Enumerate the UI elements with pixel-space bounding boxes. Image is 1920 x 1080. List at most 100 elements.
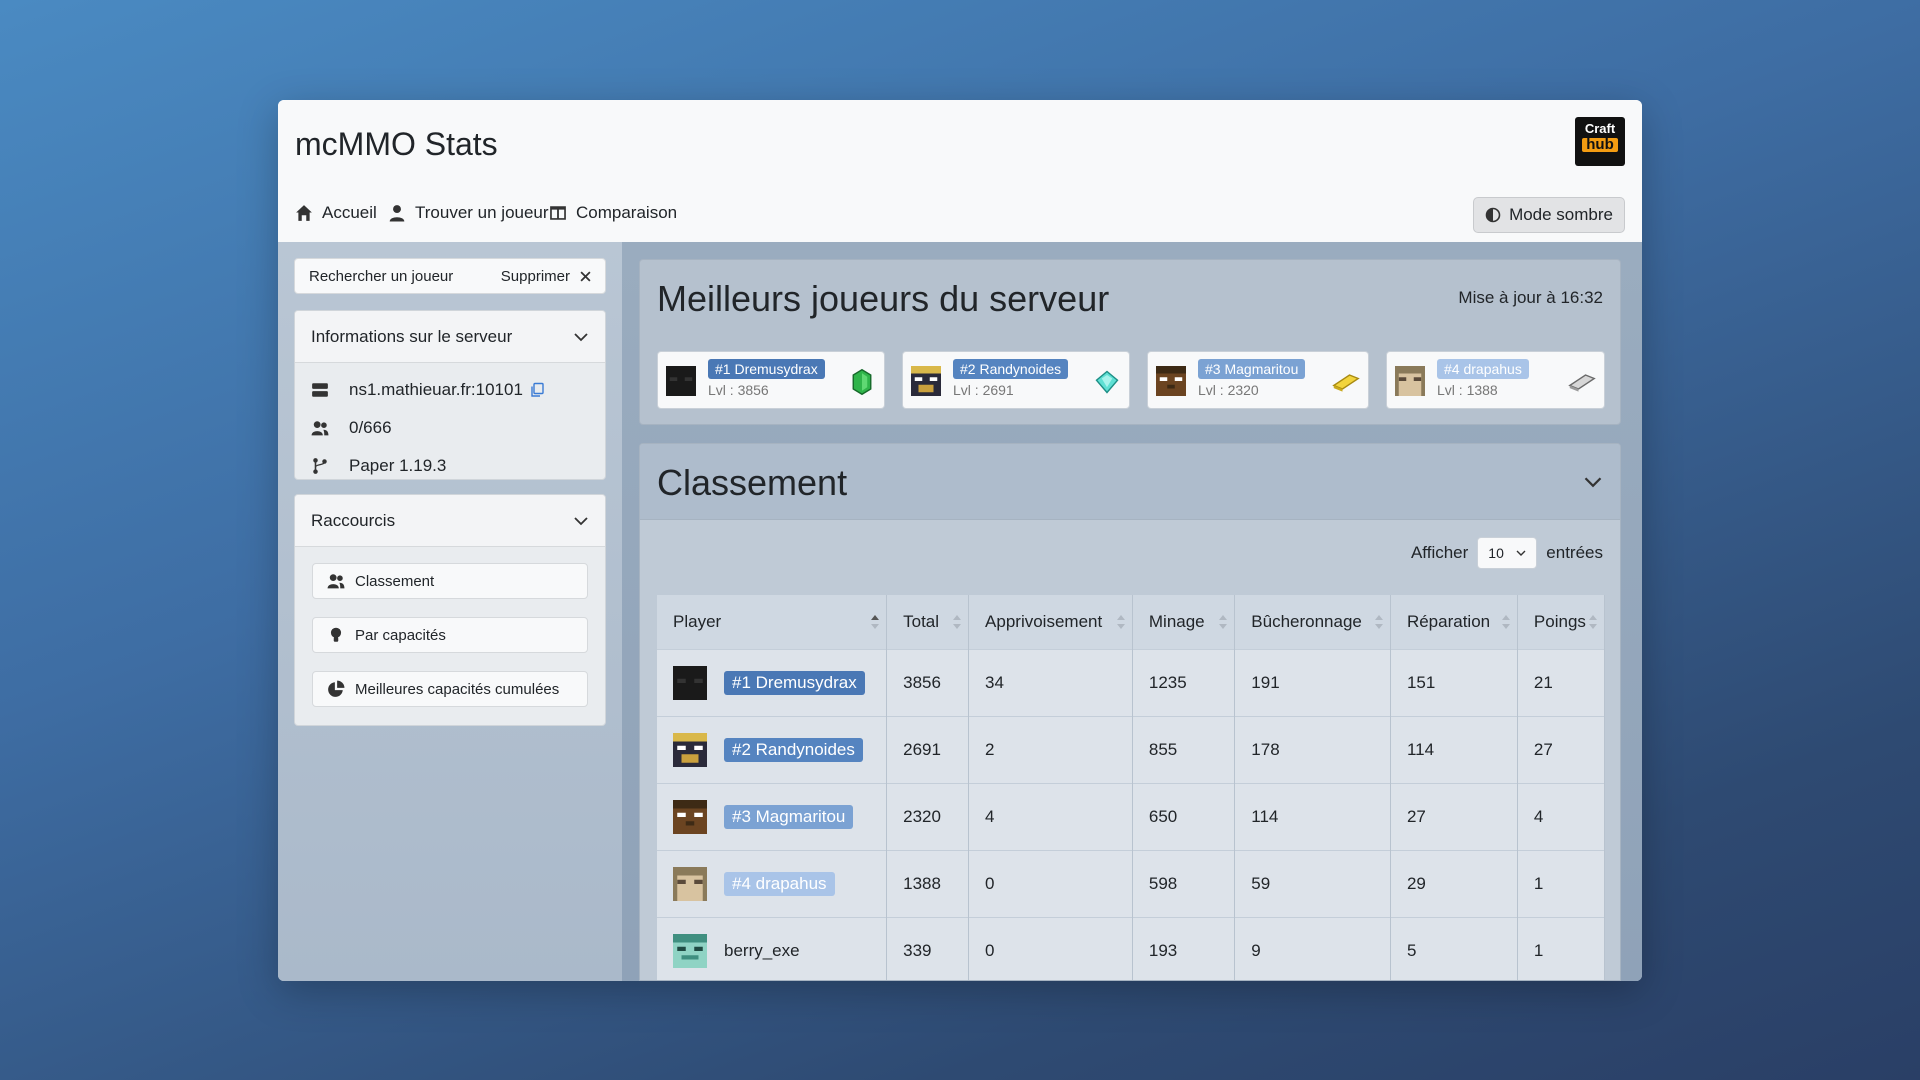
shortcut-ranking[interactable]: Classement xyxy=(312,563,588,599)
player-name[interactable]: berry_exe xyxy=(724,941,800,961)
table-row[interactable]: #3 Magmaritou 2320 4 650 114 27 4 xyxy=(657,782,1606,850)
table-cell: 191 xyxy=(1234,648,1391,716)
diamond-icon xyxy=(1095,370,1119,394)
column-header[interactable]: Apprivoisement xyxy=(968,595,1133,649)
table-cell: 5 xyxy=(1390,916,1518,980)
player-cell: berry_exe xyxy=(657,916,888,980)
ranking-table: Player Total Apprivoisement Minage Bûcheronn… xyxy=(657,595,1606,980)
table-cell: 1 xyxy=(1517,916,1606,980)
search-label: Rechercher un joueur xyxy=(309,267,454,285)
column-header[interactable]: Réparation xyxy=(1390,595,1518,649)
server-info-title: Informations sur le serveur xyxy=(311,326,513,346)
player-cell: #1 Dremusydrax xyxy=(657,648,888,716)
craft-hub-logo[interactable]: Craft hub xyxy=(1575,117,1625,166)
clear-search-button[interactable]: Supprimer xyxy=(501,268,591,285)
shortcut-by-skill[interactable]: Par capacités xyxy=(312,617,588,653)
column-header-label: Réparation xyxy=(1406,611,1491,631)
contrast-icon xyxy=(1485,207,1501,223)
table-cell: 4 xyxy=(1517,782,1606,850)
podium-badge: #3 Magmaritou xyxy=(1198,359,1306,379)
shortcut-ranking-label: Classement xyxy=(355,572,435,590)
podium-player-3[interactable]: #3 Magmaritou Lvl : 2320 xyxy=(1147,351,1369,409)
player-avatar xyxy=(666,366,696,396)
podium-level: Lvl : 2691 xyxy=(953,382,1014,398)
logo-top-text: Craft xyxy=(1584,121,1616,136)
table-cell: 1388 xyxy=(886,849,970,917)
sort-icon xyxy=(1374,615,1383,629)
podium-level: Lvl : 3856 xyxy=(708,382,769,398)
table-cell: 34 xyxy=(968,648,1133,716)
column-header[interactable]: Poings xyxy=(1517,595,1606,649)
shortcuts-card: Raccourcis Classement Par capacités Meil… xyxy=(294,494,606,726)
ranking-header[interactable]: Classement xyxy=(640,444,1620,520)
nav-home[interactable]: Accueil xyxy=(295,203,377,223)
podium-level: Lvl : 2320 xyxy=(1198,382,1259,398)
lightbulb-icon xyxy=(330,627,342,642)
copy-icon[interactable] xyxy=(529,382,545,398)
server-info-header[interactable]: Informations sur le serveur xyxy=(295,311,605,363)
entries-label: entrées xyxy=(1546,543,1603,562)
table-row[interactable]: #2 Randynoides 2691 2 855 178 114 27 xyxy=(657,715,1606,783)
table-cell: 151 xyxy=(1390,648,1518,716)
player-avatar xyxy=(673,665,707,700)
entries-value: 10 xyxy=(1488,545,1504,561)
player-search-bar[interactable]: Rechercher un joueur Supprimer xyxy=(294,258,606,294)
table-row[interactable]: #4 drapahus 1388 0 598 59 29 1 xyxy=(657,849,1606,917)
table-cell: 27 xyxy=(1390,782,1518,850)
column-header[interactable]: Minage xyxy=(1132,595,1236,649)
nav-compare[interactable]: Comparaison xyxy=(549,203,677,223)
table-cell: 4 xyxy=(968,782,1133,850)
nav-find-player[interactable]: Trouver un joueur xyxy=(388,203,549,223)
logo-bottom-text: hub xyxy=(1582,137,1618,152)
player-cell: #2 Randynoides xyxy=(657,715,888,783)
dark-mode-label: Mode sombre xyxy=(1509,205,1613,224)
podium-player-2[interactable]: #2 Randynoides Lvl : 2691 xyxy=(902,351,1130,409)
player-name[interactable]: #4 drapahus xyxy=(724,871,835,896)
podium-badge: #2 Randynoides xyxy=(953,359,1069,379)
column-header-label: Poings xyxy=(1533,611,1586,631)
table-cell: 2691 xyxy=(886,715,970,783)
player-avatar xyxy=(673,732,707,767)
sort-icon xyxy=(1501,615,1510,629)
podium-badge: #1 Dremusydrax xyxy=(708,359,825,379)
table-cell: 855 xyxy=(1132,715,1236,783)
table-row[interactable]: berry_exe 339 0 193 9 5 1 xyxy=(657,916,1606,980)
table-row[interactable]: #1 Dremusydrax 3856 34 1235 191 151 21 xyxy=(657,648,1606,716)
podium-player-1[interactable]: #1 Dremusydrax Lvl : 3856 xyxy=(657,351,885,409)
entries-select[interactable]: 10 xyxy=(1477,537,1538,569)
table-cell: 1 xyxy=(1517,849,1606,917)
podium-level: Lvl : 1388 xyxy=(1437,382,1498,398)
navbar: Accueil Trouver un joueur Comparaison Mo… xyxy=(278,188,1642,242)
shortcut-cumulative-skills[interactable]: Meilleures capacités cumulées xyxy=(312,671,588,707)
close-icon xyxy=(580,270,591,282)
table-cell: 0 xyxy=(968,849,1133,917)
player-name[interactable]: #1 Dremusydrax xyxy=(724,670,865,695)
column-header-label: Minage xyxy=(1148,611,1205,631)
top-players-title: Meilleurs joueurs du serveur xyxy=(657,278,1110,319)
emerald-icon xyxy=(852,368,872,396)
clear-label: Supprimer xyxy=(500,267,570,285)
player-avatar xyxy=(1395,366,1425,396)
column-header[interactable]: Player xyxy=(657,595,888,649)
podium-player-4[interactable]: #4 drapahus Lvl : 1388 xyxy=(1386,351,1605,409)
player-name[interactable]: #2 Randynoides xyxy=(724,737,863,762)
gold-ingot-icon xyxy=(1332,374,1360,392)
branch-icon xyxy=(313,458,327,474)
shortcuts-header[interactable]: Raccourcis xyxy=(295,495,605,547)
nav-find-player-label: Trouver un joueur xyxy=(415,203,549,222)
table-cell: 29 xyxy=(1390,849,1518,917)
chevron-down-icon xyxy=(574,516,588,525)
table-cell: 21 xyxy=(1517,648,1606,716)
shortcut-by-skill-label: Par capacités xyxy=(355,626,446,644)
column-header[interactable]: Bûcheronnage xyxy=(1234,595,1391,649)
column-header[interactable]: Total xyxy=(886,595,970,649)
dark-mode-button[interactable]: Mode sombre xyxy=(1473,197,1625,233)
sort-icon xyxy=(1116,615,1125,629)
table-cell: 339 xyxy=(886,916,970,980)
player-name[interactable]: #3 Magmaritou xyxy=(724,804,854,829)
server-address-row: ns1.mathieuar.fr:10101 xyxy=(295,371,605,409)
iron-ingot-icon xyxy=(1568,374,1596,392)
server-info-card: Informations sur le serveur ns1.mathieua… xyxy=(294,310,606,480)
sort-icon xyxy=(871,615,880,629)
nav-home-label: Accueil xyxy=(322,203,377,222)
